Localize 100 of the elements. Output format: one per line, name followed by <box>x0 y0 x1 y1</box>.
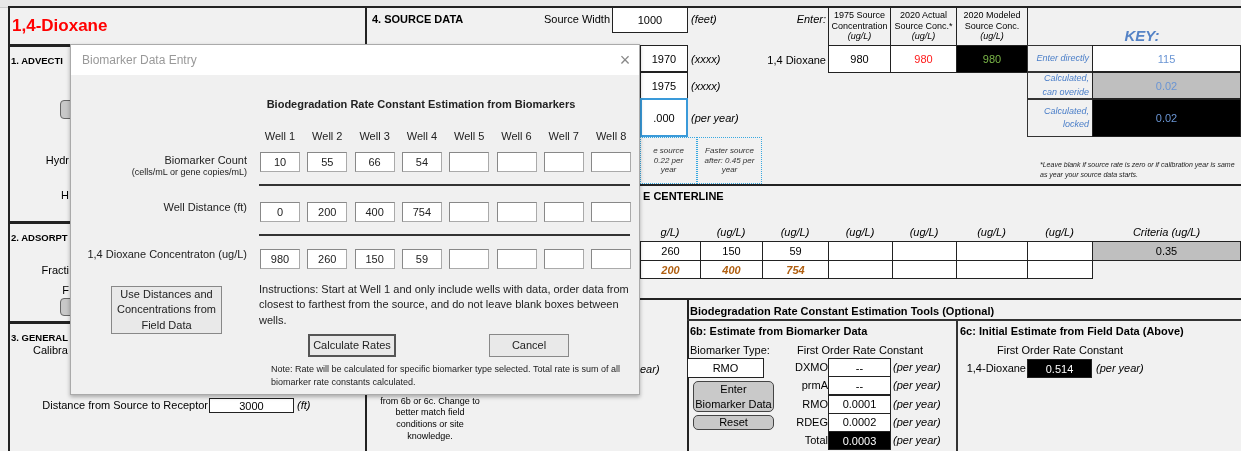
close-button[interactable]: × <box>615 50 635 70</box>
input-field[interactable] <box>449 202 490 222</box>
key-value: 115 <box>1092 45 1241 72</box>
input-field[interactable] <box>591 202 632 222</box>
input-field[interactable]: 1975 <box>640 72 688 99</box>
action-button[interactable]: Enter Biomarker Data <box>693 381 774 412</box>
input-field[interactable] <box>449 152 490 172</box>
field-label: F <box>61 283 69 298</box>
unit-label: ear) <box>640 361 661 377</box>
row-label: Biomarker Count (cells/mL or gene copies/mL) <box>130 153 247 180</box>
column-header: Well 3 <box>358 129 391 144</box>
input-field[interactable]: 66 <box>354 152 395 172</box>
rate-cell: -- <box>828 376 891 396</box>
input-field[interactable]: 59 <box>401 249 442 269</box>
input-field[interactable]: 1970 <box>640 45 688 72</box>
table-cell: 400 <box>700 260 763 279</box>
dialog-button[interactable]: Cancel <box>489 334 569 357</box>
table-cell <box>956 241 1028 261</box>
row-label: Well Distance (ft) <box>162 200 247 216</box>
input-field[interactable]: 10 <box>260 152 300 172</box>
table-cell <box>828 241 893 261</box>
input-field[interactable]: 400 <box>354 202 395 222</box>
section-heading: Biodegradation Rate Constant Estimation Tools (Optional) <box>690 304 996 319</box>
field-label: Fracti <box>40 263 69 278</box>
field-label: First Order Rate Constant <box>996 343 1124 358</box>
table-cell: 200 <box>640 260 701 279</box>
row-label: Total <box>803 433 828 449</box>
input-field[interactable] <box>449 249 490 269</box>
table-cell <box>1027 241 1093 261</box>
section-heading: 6c: Initial Estimate from Field Data (Above) <box>960 324 1185 339</box>
row-label: RMO <box>801 396 828 412</box>
field-label: Distance from Source to Receptor <box>41 398 208 413</box>
row-label: DXMO <box>794 360 828 375</box>
instructions-text: Instructions: Start at Well 1 and only include wells with data, order data from closest to farthest from the source, and do not leave blank boxes between wells. <box>259 283 629 327</box>
column-header: (ug/L) <box>779 224 811 240</box>
input-field[interactable] <box>543 202 584 222</box>
field-data-button[interactable]: Use Distances and Concentrations from Field Data <box>111 286 222 334</box>
input-field[interactable]: 980 <box>260 249 300 269</box>
field-label: First Order Rate Constant <box>796 343 924 358</box>
field-label: Source Width <box>542 12 610 27</box>
table-cell <box>956 260 1028 279</box>
column-header: Well 5 <box>453 129 486 144</box>
row-label: 1,4-Dioxane <box>965 361 1026 376</box>
column-header: Well 1 <box>263 129 297 144</box>
source-width-field[interactable]: 1000 <box>612 7 688 33</box>
input-field[interactable]: 54 <box>401 152 442 172</box>
field-label: Hydr <box>44 153 69 168</box>
column-header: Well 6 <box>500 129 533 144</box>
input-field[interactable] <box>591 152 632 172</box>
dialog-button[interactable]: Calculate Rates <box>308 334 396 357</box>
input-field[interactable] <box>543 152 584 172</box>
column-header: (ug/L) <box>976 224 1007 240</box>
dialog-heading: Biodegradation Rate Constant Estimation from Biomarkers <box>265 97 577 112</box>
table-cell[interactable]: 980 <box>828 45 891 73</box>
section-heading: 6b: Estimate from Biomarker Data <box>690 324 869 339</box>
input-field[interactable]: 0 <box>260 202 300 222</box>
section-heading: 3. GENERAL <box>11 330 69 345</box>
dialog-title: Biomarker Data Entry <box>82 52 198 69</box>
section-heading: 4. SOURCE DATA <box>372 12 465 27</box>
column-header: Well 7 <box>547 129 580 144</box>
row-label: 1,4 Dioxane <box>766 52 826 68</box>
note-text: Faster source after: 0.45 per year <box>697 137 762 184</box>
table-cell[interactable]: 980 <box>956 45 1028 73</box>
field-label: Calibra <box>33 343 69 358</box>
input-field[interactable] <box>496 202 537 222</box>
table-cell: 754 <box>762 260 829 279</box>
input-field[interactable] <box>496 249 537 269</box>
receptor-field[interactable]: 3000 <box>209 398 294 413</box>
input-field[interactable]: 150 <box>354 249 395 269</box>
table-cell <box>892 260 957 279</box>
unit-label: (per year) <box>691 110 740 126</box>
biomarker-type-field[interactable]: RMO <box>687 358 764 378</box>
input-field[interactable]: 260 <box>307 249 348 269</box>
field-label: H <box>60 188 69 203</box>
table-cell[interactable]: 980 <box>890 45 957 73</box>
input-field[interactable]: 754 <box>401 202 442 222</box>
unit-label: (ft) <box>297 398 312 413</box>
input-field[interactable] <box>591 249 632 269</box>
sheet-title: 1,4-Dioxane <box>12 15 109 37</box>
section-heading: 1. ADVECTI <box>11 53 64 68</box>
note-text: from 6b or 6c. Change to better match field conditions or site knowledge. <box>379 394 481 443</box>
key-value: 0.02 <box>1092 99 1241 137</box>
column-header: Criteria (ug/L) <box>1131 224 1202 240</box>
input-field[interactable] <box>543 249 584 269</box>
input-field[interactable]: 55 <box>307 152 348 172</box>
input-field[interactable]: .000 <box>640 98 688 137</box>
action-button[interactable]: Reset <box>693 415 774 430</box>
unit-label: (per year) <box>893 378 942 394</box>
criteria-cell: 0.35 <box>1092 241 1241 261</box>
column-header: g/L) <box>659 224 681 240</box>
key-title: KEY: <box>1123 25 1161 46</box>
section-heading: 2. ADSORPT <box>11 230 69 245</box>
column-header: (ug/L) <box>1044 224 1075 240</box>
table-cell <box>1027 260 1093 279</box>
table-cell: 260 <box>640 241 701 261</box>
input-field[interactable] <box>496 152 537 172</box>
input-field[interactable]: 200 <box>307 202 348 222</box>
unit-label: (per year) <box>1096 361 1145 376</box>
section-heading: E CENTERLINE <box>643 189 725 204</box>
row-label: 1,4 Dioxane Concentraton (ug/L) <box>86 247 247 263</box>
